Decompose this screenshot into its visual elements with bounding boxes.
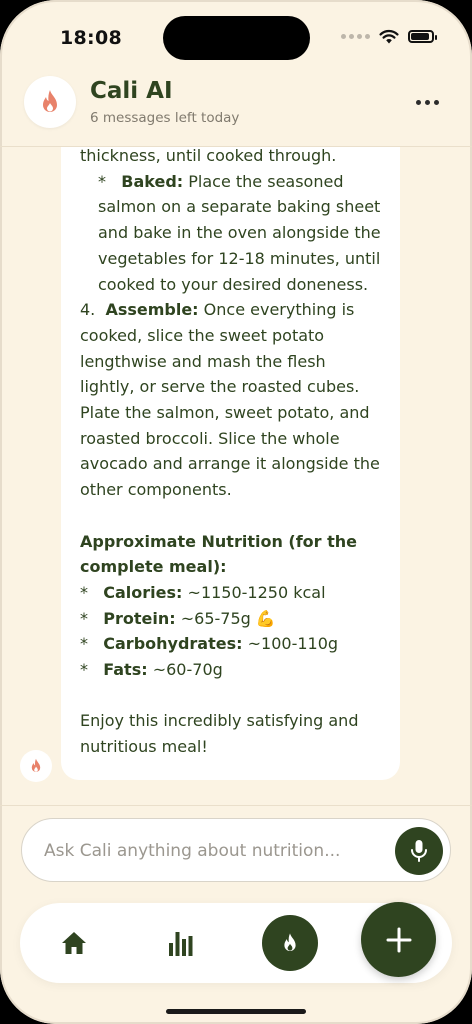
- home-icon: [62, 932, 86, 954]
- status-time: 18:08: [60, 27, 122, 49]
- nutrition-heading: Approximate Nutrition (for the complete …: [80, 531, 358, 577]
- baked-step: * Baked: Place the seasoned salmon on a …: [80, 169, 382, 298]
- phone-screen: 18:08 Cali AI 6 messages left today thic…: [0, 0, 472, 1024]
- cali-avatar: [24, 76, 76, 128]
- closing-text: Enjoy this incredibly satisfying and nut…: [80, 711, 359, 757]
- chat-header: Cali AI 6 messages left today: [0, 72, 472, 146]
- messages-left-label: 6 messages left today: [90, 110, 240, 126]
- nutrition-item: * Carbohydrates: ~100-110g: [80, 634, 339, 654]
- flame-icon: [31, 758, 41, 772]
- assistant-message-bubble: thickness, until cooked through. * Baked…: [61, 147, 400, 780]
- composer-divider: [0, 805, 472, 806]
- nav-stats[interactable]: [157, 919, 205, 967]
- status-icons: [341, 29, 437, 44]
- cellular-signal-icon: [341, 34, 370, 39]
- assistant-avatar: [20, 750, 52, 782]
- assemble-label: Assemble:: [105, 300, 199, 320]
- add-button[interactable]: [361, 902, 436, 977]
- chat-scroll-area[interactable]: thickness, until cooked through. * Baked…: [0, 147, 472, 805]
- message-line-top: thickness, until cooked through.: [80, 147, 337, 165]
- more-horizontal-icon: [415, 99, 421, 105]
- composer: [21, 818, 451, 882]
- assemble-step: 4. Assemble: Once everything is cooked, …: [80, 297, 382, 503]
- nav-home[interactable]: [50, 919, 98, 967]
- microphone-button[interactable]: [395, 827, 443, 875]
- plus-icon: [386, 927, 411, 952]
- bar-chart-icon: [169, 932, 193, 956]
- home-indicator[interactable]: [166, 1009, 306, 1014]
- app-title: Cali AI: [90, 78, 173, 104]
- wifi-icon: [379, 29, 399, 44]
- more-options-button[interactable]: [412, 92, 442, 112]
- microphone-icon: [411, 840, 427, 862]
- battery-icon: [408, 30, 437, 43]
- chat-input[interactable]: [42, 833, 386, 869]
- flame-icon: [284, 933, 296, 951]
- assemble-text: Once everything is cooked, slice the swe…: [80, 300, 380, 500]
- step4-number: 4.: [80, 300, 96, 320]
- baked-label: Baked:: [121, 171, 184, 191]
- flame-icon: [43, 90, 57, 112]
- nutrition-item: * Protein: ~65-75g 💪: [80, 608, 276, 628]
- baked-bullet: *: [98, 171, 106, 191]
- dynamic-island: [163, 16, 310, 60]
- nutrition-item: * Fats: ~60-70g: [80, 660, 223, 680]
- nav-cali-ai[interactable]: [262, 915, 318, 971]
- nutrition-item: * Calories: ~1150-1250 kcal: [80, 582, 326, 602]
